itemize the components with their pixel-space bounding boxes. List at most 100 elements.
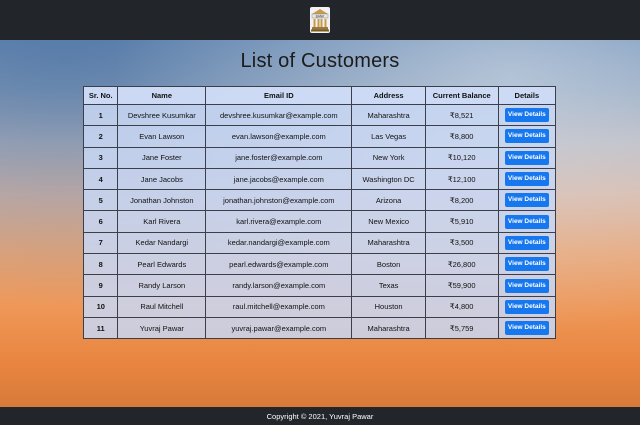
view-details-button[interactable]: View Details	[504, 299, 549, 314]
cell-sr-no: 4	[82, 167, 119, 191]
view-details-button[interactable]: View Details	[504, 193, 549, 208]
cell-balance: ₹26,800	[424, 253, 499, 276]
cell-sr-no: 6	[82, 210, 119, 233]
cell-details: View Details	[497, 295, 557, 318]
navbar: BANK	[0, 0, 640, 40]
customers-table: Sr. No. Name Email ID Address Current Ba…	[82, 86, 557, 340]
cell-email: yuvraj.pawar@example.com	[205, 316, 353, 340]
view-details-button[interactable]: View Details	[504, 278, 549, 293]
cell-email: jane.jacobs@example.com	[205, 167, 353, 191]
view-details-button[interactable]: View Details	[504, 129, 549, 144]
cell-balance: ₹8,200	[424, 189, 499, 212]
copyright-text: Copyright © 2021, Yuvraj Pawar	[266, 411, 374, 421]
cell-address: Washington DC	[351, 167, 426, 191]
table-row: 7 Kedar Nandargi kedar.nandargi@example.…	[82, 231, 557, 255]
cell-sr-no: 5	[82, 189, 119, 212]
cell-address: New Mexico	[351, 210, 426, 233]
cell-email: evan.lawson@example.com	[205, 125, 353, 148]
cell-name: Devshree Kusumkar	[117, 103, 207, 127]
header-balance: Current Balance	[424, 86, 499, 105]
cell-sr-no: 9	[82, 274, 119, 297]
cell-address: Maharashtra	[351, 316, 426, 340]
cell-details: View Details	[497, 167, 557, 191]
header-name: Name	[117, 86, 207, 105]
cell-balance: ₹8,800	[424, 125, 499, 148]
header-address: Address	[351, 86, 426, 105]
view-details-button[interactable]: View Details	[504, 235, 549, 250]
cell-name: Pearl Edwards	[117, 253, 207, 276]
cell-details: View Details	[497, 189, 557, 212]
view-details-button[interactable]: View Details	[504, 321, 549, 336]
cell-address: Las Vegas	[351, 125, 426, 148]
view-details-button[interactable]: View Details	[504, 257, 549, 272]
header-details: Details	[497, 86, 557, 105]
cell-sr-no: 2	[82, 125, 119, 148]
cell-name: Kedar Nandargi	[117, 231, 207, 255]
table-row: 5 Jonathan Johnston jonathan.johnston@ex…	[82, 189, 557, 212]
cell-details: View Details	[497, 274, 557, 297]
table-row: 6 Karl Rivera karl.rivera@example.com Ne…	[82, 210, 557, 233]
cell-balance: ₹12,100	[424, 167, 499, 191]
view-details-button[interactable]: View Details	[504, 108, 549, 123]
cell-sr-no: 1	[82, 103, 119, 127]
view-details-button[interactable]: View Details	[504, 172, 549, 187]
page-title: List of Customers	[240, 50, 400, 72]
cell-address: Texas	[351, 274, 426, 297]
cell-name: Karl Rivera	[117, 210, 207, 233]
cell-sr-no: 8	[82, 253, 119, 276]
cell-name: Jane Jacobs	[117, 167, 207, 191]
cell-balance: ₹4,800	[424, 295, 499, 318]
cell-email: kedar.nandargi@example.com	[205, 231, 353, 255]
view-details-button[interactable]: View Details	[504, 214, 549, 229]
cell-balance: ₹3,500	[424, 231, 499, 255]
cell-sr-no: 10	[82, 295, 119, 318]
cell-details: View Details	[497, 146, 557, 169]
cell-name: Jonathan Johnston	[117, 189, 207, 212]
view-details-button[interactable]: View Details	[504, 150, 549, 165]
table-row: 9 Randy Larson randy.larson@example.com …	[82, 274, 557, 297]
table-row: 3 Jane Foster jane.foster@example.com Ne…	[82, 146, 557, 169]
cell-details: View Details	[497, 231, 557, 255]
cell-sr-no: 11	[82, 316, 119, 340]
cell-address: Arizona	[351, 189, 426, 212]
cell-sr-no: 3	[82, 146, 119, 169]
table-row: 1 Devshree Kusumkar devshree.kusumkar@ex…	[82, 103, 557, 127]
table-row: 4 Jane Jacobs jane.jacobs@example.com Wa…	[82, 167, 557, 191]
cell-details: View Details	[497, 210, 557, 233]
header-email: Email ID	[205, 86, 353, 105]
cell-address: Boston	[351, 253, 426, 276]
cell-name: Jane Foster	[117, 146, 207, 169]
cell-address: Maharashtra	[351, 103, 426, 127]
cell-balance: ₹5,910	[424, 210, 499, 233]
cell-name: Randy Larson	[117, 274, 207, 297]
svg-text:BANK: BANK	[316, 14, 326, 18]
cell-email: jonathan.johnston@example.com	[205, 189, 353, 212]
cell-address: Maharashtra	[351, 231, 426, 255]
cell-email: randy.larson@example.com	[205, 274, 353, 297]
cell-details: View Details	[497, 125, 557, 148]
cell-email: jane.foster@example.com	[205, 146, 353, 169]
cell-name: Raul Mitchell	[117, 295, 207, 318]
cell-address: Houston	[351, 295, 426, 318]
cell-sr-no: 7	[82, 231, 119, 255]
table-header-row: Sr. No. Name Email ID Address Current Ba…	[82, 86, 557, 105]
cell-email: karl.rivera@example.com	[205, 210, 353, 233]
cell-balance: ₹5,759	[424, 316, 499, 340]
cell-name: Evan Lawson	[117, 125, 207, 148]
table-row: 11 Yuvraj Pawar yuvraj.pawar@example.com…	[82, 316, 557, 340]
cell-details: View Details	[497, 253, 557, 276]
cell-details: View Details	[497, 316, 557, 340]
cell-balance: ₹10,120	[424, 146, 499, 169]
cell-balance: ₹59,900	[424, 274, 499, 297]
table-row: 10 Raul Mitchell raul.mitchell@example.c…	[82, 295, 557, 318]
table-row: 2 Evan Lawson evan.lawson@example.com La…	[82, 125, 557, 148]
cell-details: View Details	[497, 103, 557, 127]
cell-email: raul.mitchell@example.com	[205, 295, 353, 318]
header-sr-no: Sr. No.	[82, 86, 119, 105]
footer: Copyright © 2021, Yuvraj Pawar	[0, 407, 640, 425]
cell-email: devshree.kusumkar@example.com	[205, 103, 353, 127]
bank-logo-icon[interactable]: BANK	[309, 6, 331, 34]
table-row: 8 Pearl Edwards pearl.edwards@example.co…	[82, 253, 557, 276]
cell-address: New York	[351, 146, 426, 169]
cell-balance: ₹8,521	[424, 103, 499, 127]
